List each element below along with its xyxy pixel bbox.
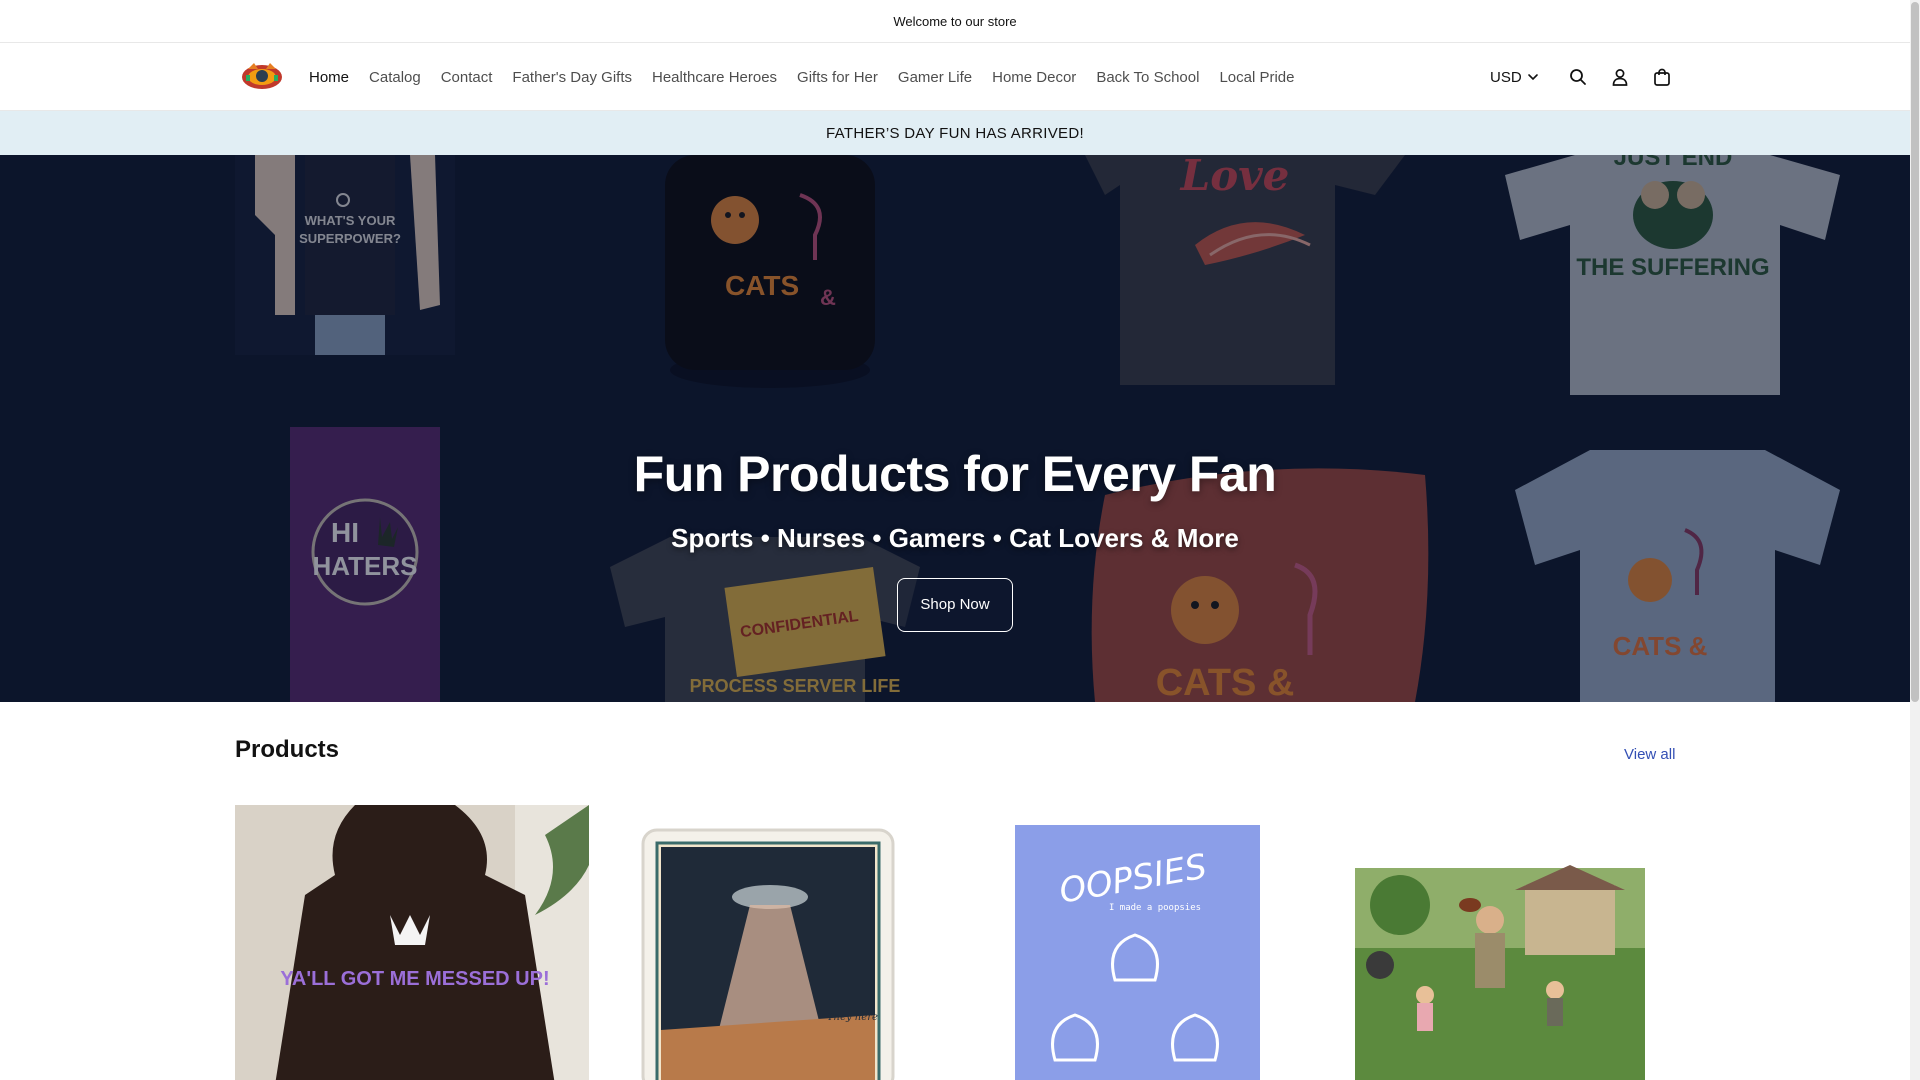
cart-button[interactable] — [1641, 56, 1683, 98]
hoodie-text: YA'LL GOT ME MESSED UP! — [280, 968, 549, 990]
product-image-hoodie: YA'LL GOT ME MESSED UP! — [235, 805, 589, 1080]
nav-item-back-to-school[interactable]: Back To School — [1086, 69, 1209, 86]
hero-content: Fun Products for Every Fan Sports • Nurs… — [0, 445, 1910, 632]
chevron-down-icon — [1527, 74, 1538, 81]
search-icon — [1569, 69, 1586, 85]
hero-banner: WHAT'S YOUR SUPERPOWER? CATS & Love JUST… — [0, 155, 1910, 702]
nav-item-gifts-for-her[interactable]: Gifts for Her — [787, 69, 888, 86]
announcement-bar: Welcome to our store — [0, 0, 1910, 43]
logo-icon — [242, 63, 282, 89]
currency-label: USD — [1490, 68, 1522, 86]
main-nav: Home Catalog Contact Father's Day Gifts … — [309, 43, 1304, 111]
product-image-football-painting — [1315, 805, 1669, 1080]
page-scrollbar[interactable] — [1910, 0, 1920, 1080]
nav-item-contact[interactable]: Contact — [431, 69, 503, 86]
scrollbar-thumb[interactable] — [1911, 2, 1919, 702]
nav-item-home-decor[interactable]: Home Decor — [982, 69, 1086, 86]
nav-item-fathers-day-gifts[interactable]: Father's Day Gifts — [502, 69, 642, 86]
announcement-text: Welcome to our store — [893, 13, 1017, 29]
shop-now-button[interactable]: Shop Now — [897, 578, 1013, 632]
blanket-text: They here — [827, 1012, 878, 1023]
store-logo[interactable] — [240, 59, 284, 93]
product-card[interactable]: OOPSIES I made a poopsies — [955, 805, 1309, 1080]
product-image-ufo-blanket: They here — [595, 805, 949, 1080]
currency-selector[interactable]: USD — [1490, 69, 1539, 86]
product-card[interactable]: They here — [595, 805, 949, 1080]
nav-item-home[interactable]: Home — [309, 69, 359, 86]
header-actions: USD — [1490, 43, 1683, 111]
promo-text: FATHER’S DAY FUN HAS ARRIVED! — [826, 124, 1084, 142]
nav-item-catalog[interactable]: Catalog — [359, 69, 431, 86]
nav-item-local-pride[interactable]: Local Pride — [1209, 69, 1304, 86]
search-button[interactable] — [1557, 56, 1599, 98]
account-icon — [1612, 69, 1628, 86]
cart-icon — [1653, 68, 1670, 86]
view-all-link[interactable]: View all — [1624, 746, 1675, 763]
site-header: Home Catalog Contact Father's Day Gifts … — [0, 43, 1910, 111]
nav-item-gamer-life[interactable]: Gamer Life — [888, 69, 982, 86]
nav-item-healthcare-heroes[interactable]: Healthcare Heroes — [642, 69, 787, 86]
account-button[interactable] — [1599, 56, 1641, 98]
hero-title: Fun Products for Every Fan — [633, 446, 1277, 502]
product-card[interactable]: YA'LL GOT ME MESSED UP! — [235, 805, 589, 1080]
oopsies-subtext: I made a poopsies — [1109, 903, 1201, 913]
hero-subtitle: Sports • Nurses • Gamers • Cat Lovers & … — [671, 523, 1239, 553]
product-card[interactable] — [1315, 805, 1669, 1080]
products-title: Products — [235, 736, 340, 763]
product-image-oopsies-blanket: OOPSIES I made a poopsies — [955, 805, 1309, 1080]
promo-bar: FATHER’S DAY FUN HAS ARRIVED! — [0, 111, 1910, 155]
page: Welcome to our store Home Catalog Contac… — [0, 0, 1910, 1080]
